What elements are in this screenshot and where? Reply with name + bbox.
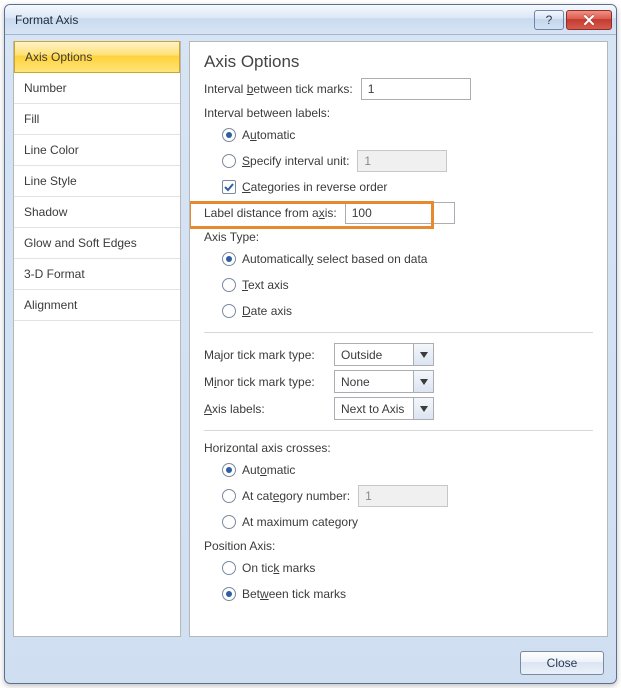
- sidebar-item-label: Glow and Soft Edges: [24, 236, 137, 250]
- crosses-label: Horizontal axis crosses:: [204, 441, 593, 455]
- dialog-footer: Close: [520, 651, 604, 675]
- close-button[interactable]: Close: [520, 651, 604, 675]
- window-title: Format Axis: [15, 13, 532, 27]
- sidebar-item-line-style[interactable]: Line Style: [14, 166, 180, 197]
- sidebar-item-label: Alignment: [24, 298, 77, 312]
- dialog-window: Format Axis ? Axis Options Number Fill L…: [4, 4, 617, 684]
- radio-axistype-auto[interactable]: [222, 252, 236, 266]
- radio-specify-label: Specify interval unit:: [242, 154, 349, 168]
- sidebar-item-3d-format[interactable]: 3-D Format: [14, 259, 180, 290]
- sidebar-item-shadow[interactable]: Shadow: [14, 197, 180, 228]
- major-tick-row: Major tick mark type: Outside: [204, 343, 593, 366]
- axis-labels-label: Axis labels:: [204, 402, 334, 416]
- axis-type-label: Axis Type:: [204, 230, 593, 244]
- radio-specify-row[interactable]: Specify interval unit:: [204, 150, 593, 172]
- svg-text:?: ?: [546, 14, 553, 26]
- radio-position-on-label: On tick marks: [242, 561, 315, 575]
- separator: [204, 332, 593, 333]
- radio-axistype-text-row[interactable]: Text axis: [204, 274, 593, 296]
- sidebar-item-label: Axis Options: [25, 50, 92, 64]
- minor-tick-dropdown[interactable]: None: [334, 370, 434, 393]
- radio-position-on[interactable]: [222, 561, 236, 575]
- close-icon: [583, 14, 595, 26]
- radio-crosses-max-label: At maximum category: [242, 515, 358, 529]
- radio-crosses-auto[interactable]: [222, 463, 236, 477]
- chevron-down-icon: [413, 371, 433, 392]
- radio-axistype-date-label: Date axis: [242, 304, 292, 318]
- radio-crosses-at-label: At category number:: [242, 489, 350, 503]
- panel-heading: Axis Options: [204, 52, 593, 72]
- interval-tick-label: Interval between tick marks:: [204, 82, 353, 96]
- reverse-order-label: Categories in reverse order: [242, 180, 387, 194]
- sidebar-item-line-color[interactable]: Line Color: [14, 135, 180, 166]
- label-distance-label: Label distance from axis:: [204, 206, 337, 220]
- radio-position-between-label: Between tick marks: [242, 587, 346, 601]
- radio-automatic-row[interactable]: Automatic: [204, 124, 593, 146]
- radio-axistype-auto-label: Automatically select based on data: [242, 252, 427, 266]
- main-panel: Axis Options Interval between tick marks…: [189, 41, 608, 637]
- radio-specify[interactable]: [222, 154, 236, 168]
- axis-labels-row: Axis labels: Next to Axis: [204, 397, 593, 420]
- position-label: Position Axis:: [204, 539, 593, 553]
- help-icon: ?: [544, 14, 554, 26]
- check-icon: [224, 182, 234, 192]
- radio-crosses-max[interactable]: [222, 515, 236, 529]
- radio-position-on-row[interactable]: On tick marks: [204, 557, 593, 579]
- label-distance-input[interactable]: [345, 202, 455, 224]
- radio-crosses-auto-row[interactable]: Automatic: [204, 459, 593, 481]
- interval-tick-input[interactable]: [361, 78, 471, 100]
- sidebar-item-number[interactable]: Number: [14, 73, 180, 104]
- close-window-button[interactable]: [566, 10, 612, 30]
- help-button[interactable]: ?: [534, 10, 564, 30]
- minor-tick-label: Minor tick mark type:: [204, 375, 334, 389]
- radio-axistype-text-label: Text axis: [242, 278, 289, 292]
- sidebar: Axis Options Number Fill Line Color Line…: [13, 41, 181, 637]
- sidebar-item-label: Fill: [24, 112, 39, 126]
- minor-tick-row: Minor tick mark type: None: [204, 370, 593, 393]
- checkbox-reverse-order[interactable]: [222, 180, 236, 194]
- chevron-down-icon: [413, 344, 433, 365]
- sidebar-item-label: Number: [24, 81, 67, 95]
- titlebar: Format Axis ?: [5, 5, 616, 35]
- close-button-label: Close: [547, 656, 578, 670]
- radio-crosses-auto-label: Automatic: [242, 463, 295, 477]
- axis-labels-dropdown[interactable]: Next to Axis: [334, 397, 434, 420]
- interval-tick-row: Interval between tick marks:: [204, 78, 593, 100]
- radio-crosses-at[interactable]: [222, 489, 236, 503]
- specify-interval-input: [357, 150, 447, 172]
- radio-position-between-row[interactable]: Between tick marks: [204, 583, 593, 605]
- radio-axistype-date[interactable]: [222, 304, 236, 318]
- sidebar-item-label: Shadow: [24, 205, 67, 219]
- dialog-body: Axis Options Number Fill Line Color Line…: [13, 41, 608, 637]
- radio-automatic-label: Automatic: [242, 128, 295, 142]
- sidebar-item-fill[interactable]: Fill: [14, 104, 180, 135]
- major-tick-value: Outside: [341, 348, 413, 362]
- sidebar-item-glow[interactable]: Glow and Soft Edges: [14, 228, 180, 259]
- radio-crosses-at-row[interactable]: At category number:: [204, 485, 593, 507]
- minor-tick-value: None: [341, 375, 413, 389]
- sidebar-item-axis-options[interactable]: Axis Options: [14, 41, 180, 73]
- radio-position-between[interactable]: [222, 587, 236, 601]
- radio-crosses-max-row[interactable]: At maximum category: [204, 511, 593, 533]
- crosses-at-input: [358, 485, 448, 507]
- label-distance-row: Label distance from axis:: [204, 202, 593, 224]
- radio-axistype-text[interactable]: [222, 278, 236, 292]
- major-tick-dropdown[interactable]: Outside: [334, 343, 434, 366]
- sidebar-item-label: Line Style: [24, 174, 77, 188]
- reverse-order-row[interactable]: Categories in reverse order: [204, 176, 593, 198]
- radio-axistype-auto-row[interactable]: Automatically select based on data: [204, 248, 593, 270]
- major-tick-label: Major tick mark type:: [204, 348, 334, 362]
- axis-labels-value: Next to Axis: [341, 402, 413, 416]
- sidebar-item-label: 3-D Format: [24, 267, 85, 281]
- radio-axistype-date-row[interactable]: Date axis: [204, 300, 593, 322]
- radio-automatic[interactable]: [222, 128, 236, 142]
- chevron-down-icon: [413, 398, 433, 419]
- sidebar-item-label: Line Color: [24, 143, 79, 157]
- sidebar-item-alignment[interactable]: Alignment: [14, 290, 180, 321]
- interval-labels-label: Interval between labels:: [204, 106, 593, 120]
- separator: [204, 430, 593, 431]
